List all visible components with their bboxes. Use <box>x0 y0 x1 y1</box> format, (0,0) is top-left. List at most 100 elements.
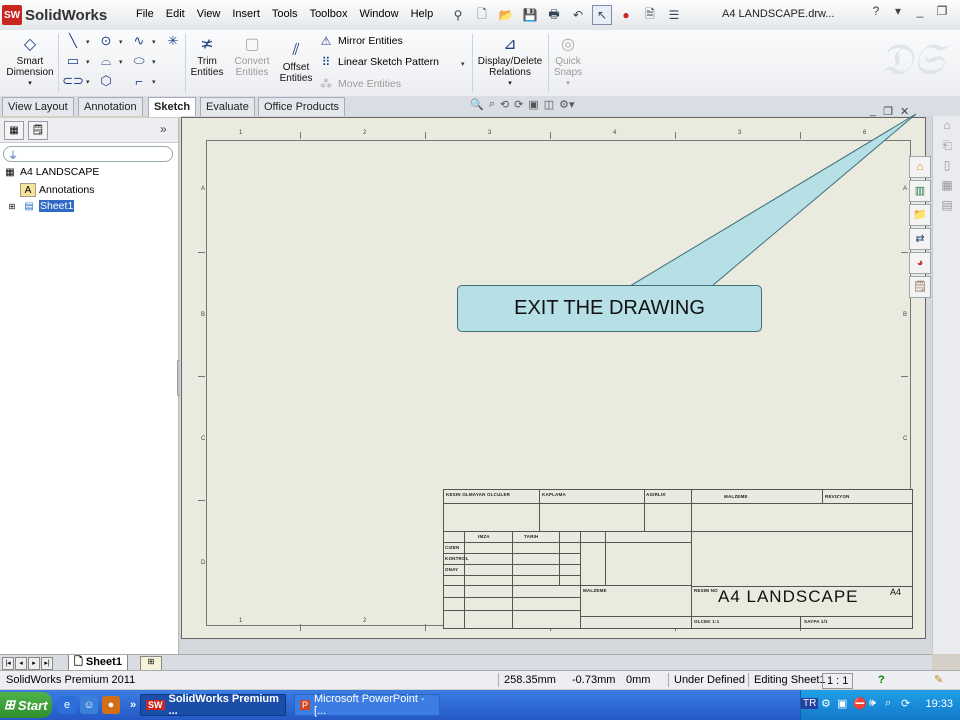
tab-view-layout[interactable]: View Layout <box>2 97 74 116</box>
folder-icon[interactable]: 📁 <box>909 204 931 226</box>
title-block[interactable]: KESIN OLMAYAN OLCULER KAPLAMA AGIRLIK MA… <box>443 489 913 629</box>
menu-view[interactable]: View <box>191 7 227 21</box>
status-scale[interactable]: 1 : 1 <box>822 673 854 689</box>
firefox-icon[interactable]: ● <box>102 696 120 714</box>
first-sheet-icon[interactable]: |◂ <box>2 657 14 670</box>
open-folder-icon[interactable]: 📂 <box>496 5 516 25</box>
tray-icon-display[interactable]: ▣ <box>837 697 847 710</box>
smart-dimension-button[interactable]: ◇ Smart Dimension ▾ <box>4 34 56 89</box>
linear-sketch-pattern-button[interactable]: ⠿ Linear Sketch Pattern <box>318 55 439 69</box>
previous-view-icon[interactable]: ⟲ <box>500 98 509 111</box>
line-dropdown-icon[interactable]: ▾ <box>86 38 90 46</box>
resources-icon[interactable]: ⌂ <box>939 118 955 134</box>
tray-icon-updates[interactable]: ⟳ <box>901 697 910 710</box>
offset-entities-button[interactable]: ⫽ Offset Entities <box>276 40 316 84</box>
pin-icon[interactable]: ⚲ <box>448 5 468 25</box>
tags-icon[interactable]: ✎ <box>930 673 947 687</box>
tray-icon-security[interactable]: ⛔ <box>853 697 867 710</box>
file-properties-icon[interactable]: 🗎 <box>640 5 660 25</box>
slot-dropdown-icon[interactable]: ▾ <box>86 78 90 86</box>
messenger-icon[interactable]: ☺ <box>80 696 98 714</box>
tray-icon-volume[interactable]: 🕪 <box>869 697 876 710</box>
add-sheet-icon[interactable]: ⊞ <box>140 656 162 671</box>
help-dropdown-icon[interactable]: ▾ <box>890 4 906 22</box>
circle-dropdown-icon[interactable]: ▾ <box>119 38 123 46</box>
display-style-icon[interactable]: ◫ <box>544 98 554 111</box>
taskbar-solidworks[interactable]: SW SolidWorks Premium ... <box>140 693 286 717</box>
solidworks-logo[interactable]: SW SolidWorks <box>2 3 122 27</box>
tray-icon-search[interactable]: ⌕ <box>885 697 891 710</box>
taskbar-powerpoint[interactable]: P Microsoft PowerPoint - [... <box>294 693 440 717</box>
library-icon[interactable]: ▥ <box>909 180 931 202</box>
undo-icon[interactable]: ↶ <box>568 5 588 25</box>
help-status-icon[interactable]: ? <box>874 673 889 687</box>
feature-filter-input[interactable]: ⏚ <box>3 146 173 162</box>
rectangle-tool-icon[interactable]: ▭ <box>62 52 84 70</box>
select-pointer-icon[interactable]: ↖ <box>592 5 612 25</box>
menu-insert[interactable]: Insert <box>226 7 266 21</box>
trim-entities-button[interactable]: ≭ Trim Entities <box>188 34 226 78</box>
prev-sheet-icon[interactable]: ◂ <box>15 657 27 670</box>
circle-tool-icon[interactable]: ⊙ <box>95 32 117 50</box>
polygon-tool-icon[interactable]: ⬡ <box>95 72 117 90</box>
save-icon[interactable]: 💾 <box>520 5 540 25</box>
zoom-to-area-icon[interactable]: ⌕ <box>489 98 495 111</box>
print-icon[interactable]: 🖶 <box>544 5 564 25</box>
language-indicator[interactable]: TR <box>801 698 819 709</box>
zoom-to-fit-icon[interactable]: 🔍 <box>470 98 484 111</box>
menu-edit[interactable]: Edit <box>160 7 191 21</box>
tab-evaluate[interactable]: Evaluate <box>200 97 255 116</box>
point-tool-icon[interactable]: ✳ <box>162 32 184 50</box>
property-manager-tab-icon[interactable]: 🗒 <box>28 121 48 140</box>
doc-restore-icon[interactable]: ❐ <box>883 105 893 118</box>
last-sheet-icon[interactable]: ▸| <box>41 657 53 670</box>
move-entities-button[interactable]: ⁂ Move Entities <box>318 77 401 91</box>
help-icon[interactable]: ? <box>868 4 884 22</box>
tab-office-products[interactable]: Office Products <box>258 97 345 116</box>
restore-icon[interactable]: ❐ <box>934 4 950 22</box>
appearances-icon[interactable]: ▤ <box>939 198 955 214</box>
menu-window[interactable]: Window <box>353 7 404 21</box>
convert-entities-button[interactable]: ▢ Convert Entities <box>229 34 275 78</box>
expand-panel-icon[interactable]: » <box>160 122 167 136</box>
close-icon[interactable]: ✕ <box>956 4 960 22</box>
spline-dropdown-icon[interactable]: ▾ <box>152 38 156 46</box>
tray-icon-network[interactable]: ⚙ <box>821 697 831 710</box>
view-settings-icon[interactable]: ⚙▾ <box>559 98 574 111</box>
section-view-icon[interactable]: ▣ <box>528 98 538 111</box>
relations-dropdown-icon[interactable]: ▾ <box>476 78 544 89</box>
display-delete-relations-button[interactable]: ⊿ Display/Delete Relations ▾ <box>476 34 544 89</box>
pattern-dropdown-icon[interactable]: ▾ <box>461 60 465 68</box>
expand-icon[interactable]: ⊞ <box>5 200 19 212</box>
spline-tool-icon[interactable]: ∿ <box>128 32 150 50</box>
menu-help[interactable]: Help <box>405 7 440 21</box>
view-palette-icon[interactable]: ▦ <box>939 178 955 194</box>
new-document-icon[interactable]: 🗋 <box>472 5 492 25</box>
quick-snaps-button[interactable]: ◎ Quick Snaps ▾ <box>550 34 586 89</box>
line-tool-icon[interactable]: ╲ <box>62 32 84 50</box>
ie-icon[interactable]: e <box>58 696 76 714</box>
arc-tool-icon[interactable]: ⌓ <box>95 52 117 70</box>
tab-annotation[interactable]: Annotation <box>78 97 143 116</box>
arc-dropdown-icon[interactable]: ▾ <box>119 58 123 66</box>
feature-tree-tab-icon[interactable]: ▦ <box>4 121 24 140</box>
start-button[interactable]: ⊞ Start <box>0 692 52 718</box>
options-icon[interactable]: ☰ <box>664 5 684 25</box>
view-palette-icon[interactable]: ⇄ <box>909 228 931 250</box>
ellipse-dropdown-icon[interactable]: ▾ <box>152 58 156 66</box>
slot-tool-icon[interactable]: ⊂⊃ <box>62 72 84 90</box>
next-sheet-icon[interactable]: ▸ <box>28 657 40 670</box>
smart-dimension-dropdown-icon[interactable]: ▾ <box>4 78 56 89</box>
tree-item-annotations[interactable]: A Annotations <box>20 183 94 197</box>
file-explorer-icon[interactable]: ▯ <box>939 158 955 174</box>
custom-properties-icon[interactable]: 🗒 <box>909 276 931 298</box>
tab-sketch[interactable]: Sketch <box>148 97 197 117</box>
menu-tools[interactable]: Tools <box>266 7 304 21</box>
tree-root[interactable]: ▦ A4 LANDSCAPE <box>3 166 99 178</box>
quick-snaps-dropdown-icon[interactable]: ▾ <box>550 78 586 89</box>
appearances-icon[interactable]: ◕ <box>909 252 931 274</box>
tree-item-sheet1[interactable]: ⊞ ▤ Sheet1 <box>5 200 75 212</box>
mirror-entities-button[interactable]: ⚠ Mirror Entities <box>318 34 403 48</box>
rebuild-icon[interactable]: ● <box>616 5 636 25</box>
rectangle-dropdown-icon[interactable]: ▾ <box>86 58 90 66</box>
